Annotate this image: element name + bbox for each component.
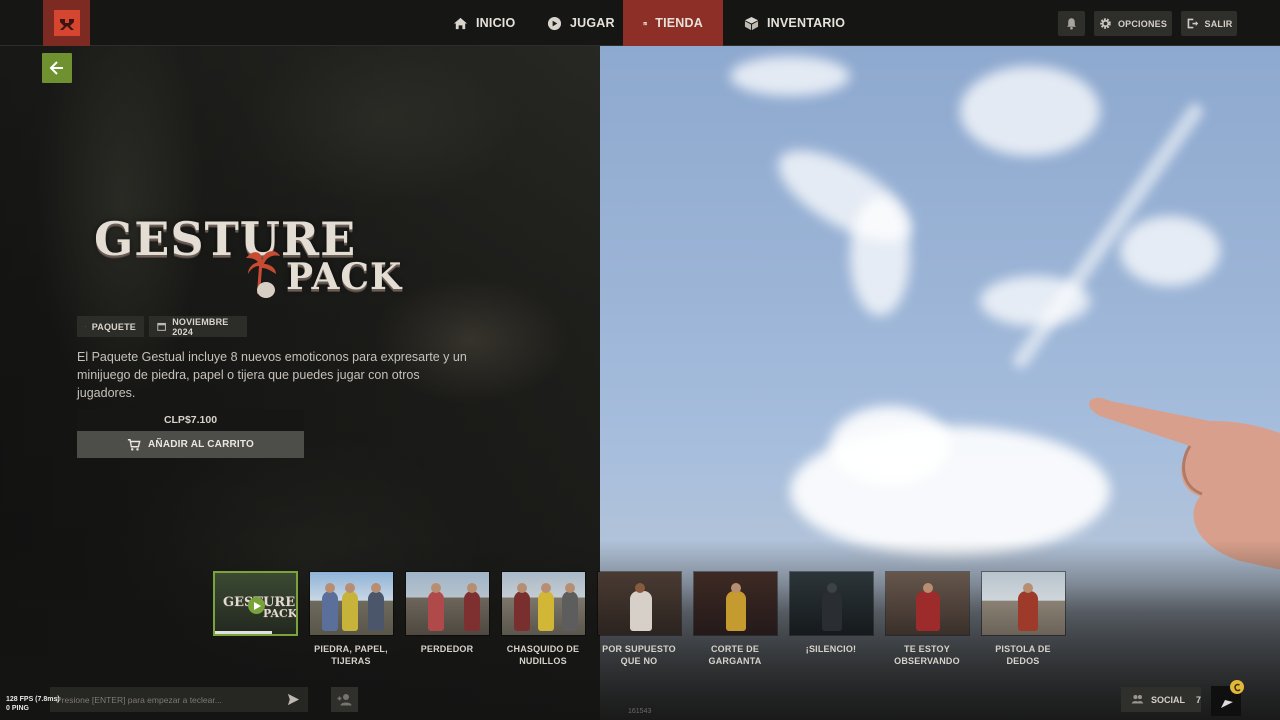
nav-tab-label: TIENDA (655, 16, 703, 30)
logout-icon (1187, 18, 1198, 29)
product-type-label: PAQUETE (91, 321, 136, 332)
thumbnail-label: CHASQUIDO DE NUDILLOS (506, 644, 580, 666)
social-label: SOCIAL (1150, 694, 1185, 705)
thumbnail-title-2: PACK (263, 607, 298, 620)
options-label: OPCIONES (1117, 18, 1168, 29)
home-icon (453, 17, 468, 29)
exit-label: SALIR (1204, 18, 1233, 29)
notifications-button[interactable] (1058, 11, 1085, 36)
currency-badge-icon (1230, 680, 1244, 694)
release-date-tag: NOVIEMBRE 2024 (149, 316, 247, 337)
thumbnail-label: PERDEDOR (420, 644, 474, 654)
ping-counter: 0 PING (6, 705, 29, 712)
nav-tab-label: JUGAR (570, 16, 615, 30)
thumbnail-silencio[interactable] (789, 571, 874, 636)
people-icon (1131, 695, 1144, 704)
thumbnail-pistola-de-dedos[interactable] (981, 571, 1066, 636)
rust-logo[interactable] (43, 0, 90, 46)
release-date-label: NOVIEMBRE 2024 (172, 316, 229, 337)
nav-tab-jugar[interactable]: JUGAR (527, 0, 635, 46)
product-type-tag: PAQUETE (77, 316, 144, 337)
thumbnail-perdedor[interactable] (405, 571, 490, 636)
chat-input[interactable]: Presione [ENTER] para empezar a teclear.… (50, 687, 308, 712)
play-icon (248, 597, 265, 614)
palm-hand-icon (246, 251, 280, 298)
add-to-cart-button[interactable]: AÑADIR AL CARRITO (77, 431, 304, 458)
play-circle-icon (547, 16, 562, 30)
store-icon (643, 21, 647, 25)
top-navigation-bar: INICIO JUGAR TIENDA INVENTARIO OPCIONES … (0, 0, 1280, 46)
thumbnail-label: PISTOLA DE DEDOS (995, 644, 1051, 666)
title-line-2: PACK (286, 256, 403, 298)
thumbnail-por-supuesto-que-no[interactable] (597, 571, 682, 636)
product-price: CLP$7.100 (77, 409, 304, 431)
price-label: CLP$7.100 (163, 414, 218, 426)
performance-overlay: 128 FPS (7.8ms) 0 PING (6, 695, 60, 713)
cart-icon (127, 438, 141, 451)
bell-icon (1067, 18, 1076, 30)
nav-tab-label: INVENTARIO (767, 16, 846, 30)
chat-placeholder: Presione [ENTER] para empezar a teclear.… (56, 694, 222, 705)
product-description: El Paquete Gestual incluye 8 nuevos emot… (77, 350, 467, 400)
add-to-cart-label: AÑADIR AL CARRITO (148, 439, 254, 450)
rust-logo-icon (53, 10, 80, 36)
thumbnail-label: PIEDRA, PAPEL, TIJERAS (314, 644, 388, 666)
add-friend-button[interactable] (331, 687, 358, 712)
thumbnail-corte-de-garganta[interactable] (693, 571, 778, 636)
send-icon[interactable] (287, 693, 300, 706)
thumbnail-label: CORTE DE GARGANTA (708, 644, 762, 666)
social-online-count: 7 (1195, 694, 1201, 705)
nav-tab-tienda[interactable]: TIENDA (623, 0, 723, 46)
nav-tab-inventario[interactable]: INVENTARIO (724, 0, 865, 46)
thumbnail-label: ¡SILENCIO! (805, 644, 857, 654)
video-progress-bar (215, 631, 272, 634)
options-button[interactable]: OPCIONES (1094, 11, 1172, 36)
thumbnail-label: POR SUPUESTO QUE NO (602, 644, 676, 666)
social-button[interactable]: SOCIAL 7 (1121, 687, 1201, 712)
nav-tab-inicio[interactable]: INICIO (433, 0, 535, 46)
gear-icon (1100, 18, 1111, 29)
thumbnail-gesture-pack-trailer[interactable]: GESTURE PACK (213, 571, 298, 636)
calendar-icon (157, 322, 166, 331)
thumbnail-te-estoy-observando[interactable] (885, 571, 970, 636)
back-button[interactable] (42, 53, 72, 83)
nav-tab-label: INICIO (476, 16, 516, 30)
gesture-pack-title-logo: GESTURE PACK (92, 212, 437, 304)
thumbnail-piedra-papel-tijeras[interactable] (309, 571, 394, 636)
build-id: 161543 (628, 708, 652, 715)
add-friend-icon (337, 694, 352, 706)
thumbnail-chasquido-de-nudillos[interactable] (501, 571, 586, 636)
arrow-left-icon (49, 61, 63, 75)
tag-icon (85, 326, 86, 327)
thumbnail-label: TE ESTOY OBSERVANDO (894, 644, 960, 666)
fps-counter: 128 FPS (7.8ms) (6, 696, 60, 703)
box-icon (744, 16, 759, 30)
exit-button[interactable]: SALIR (1181, 11, 1237, 36)
